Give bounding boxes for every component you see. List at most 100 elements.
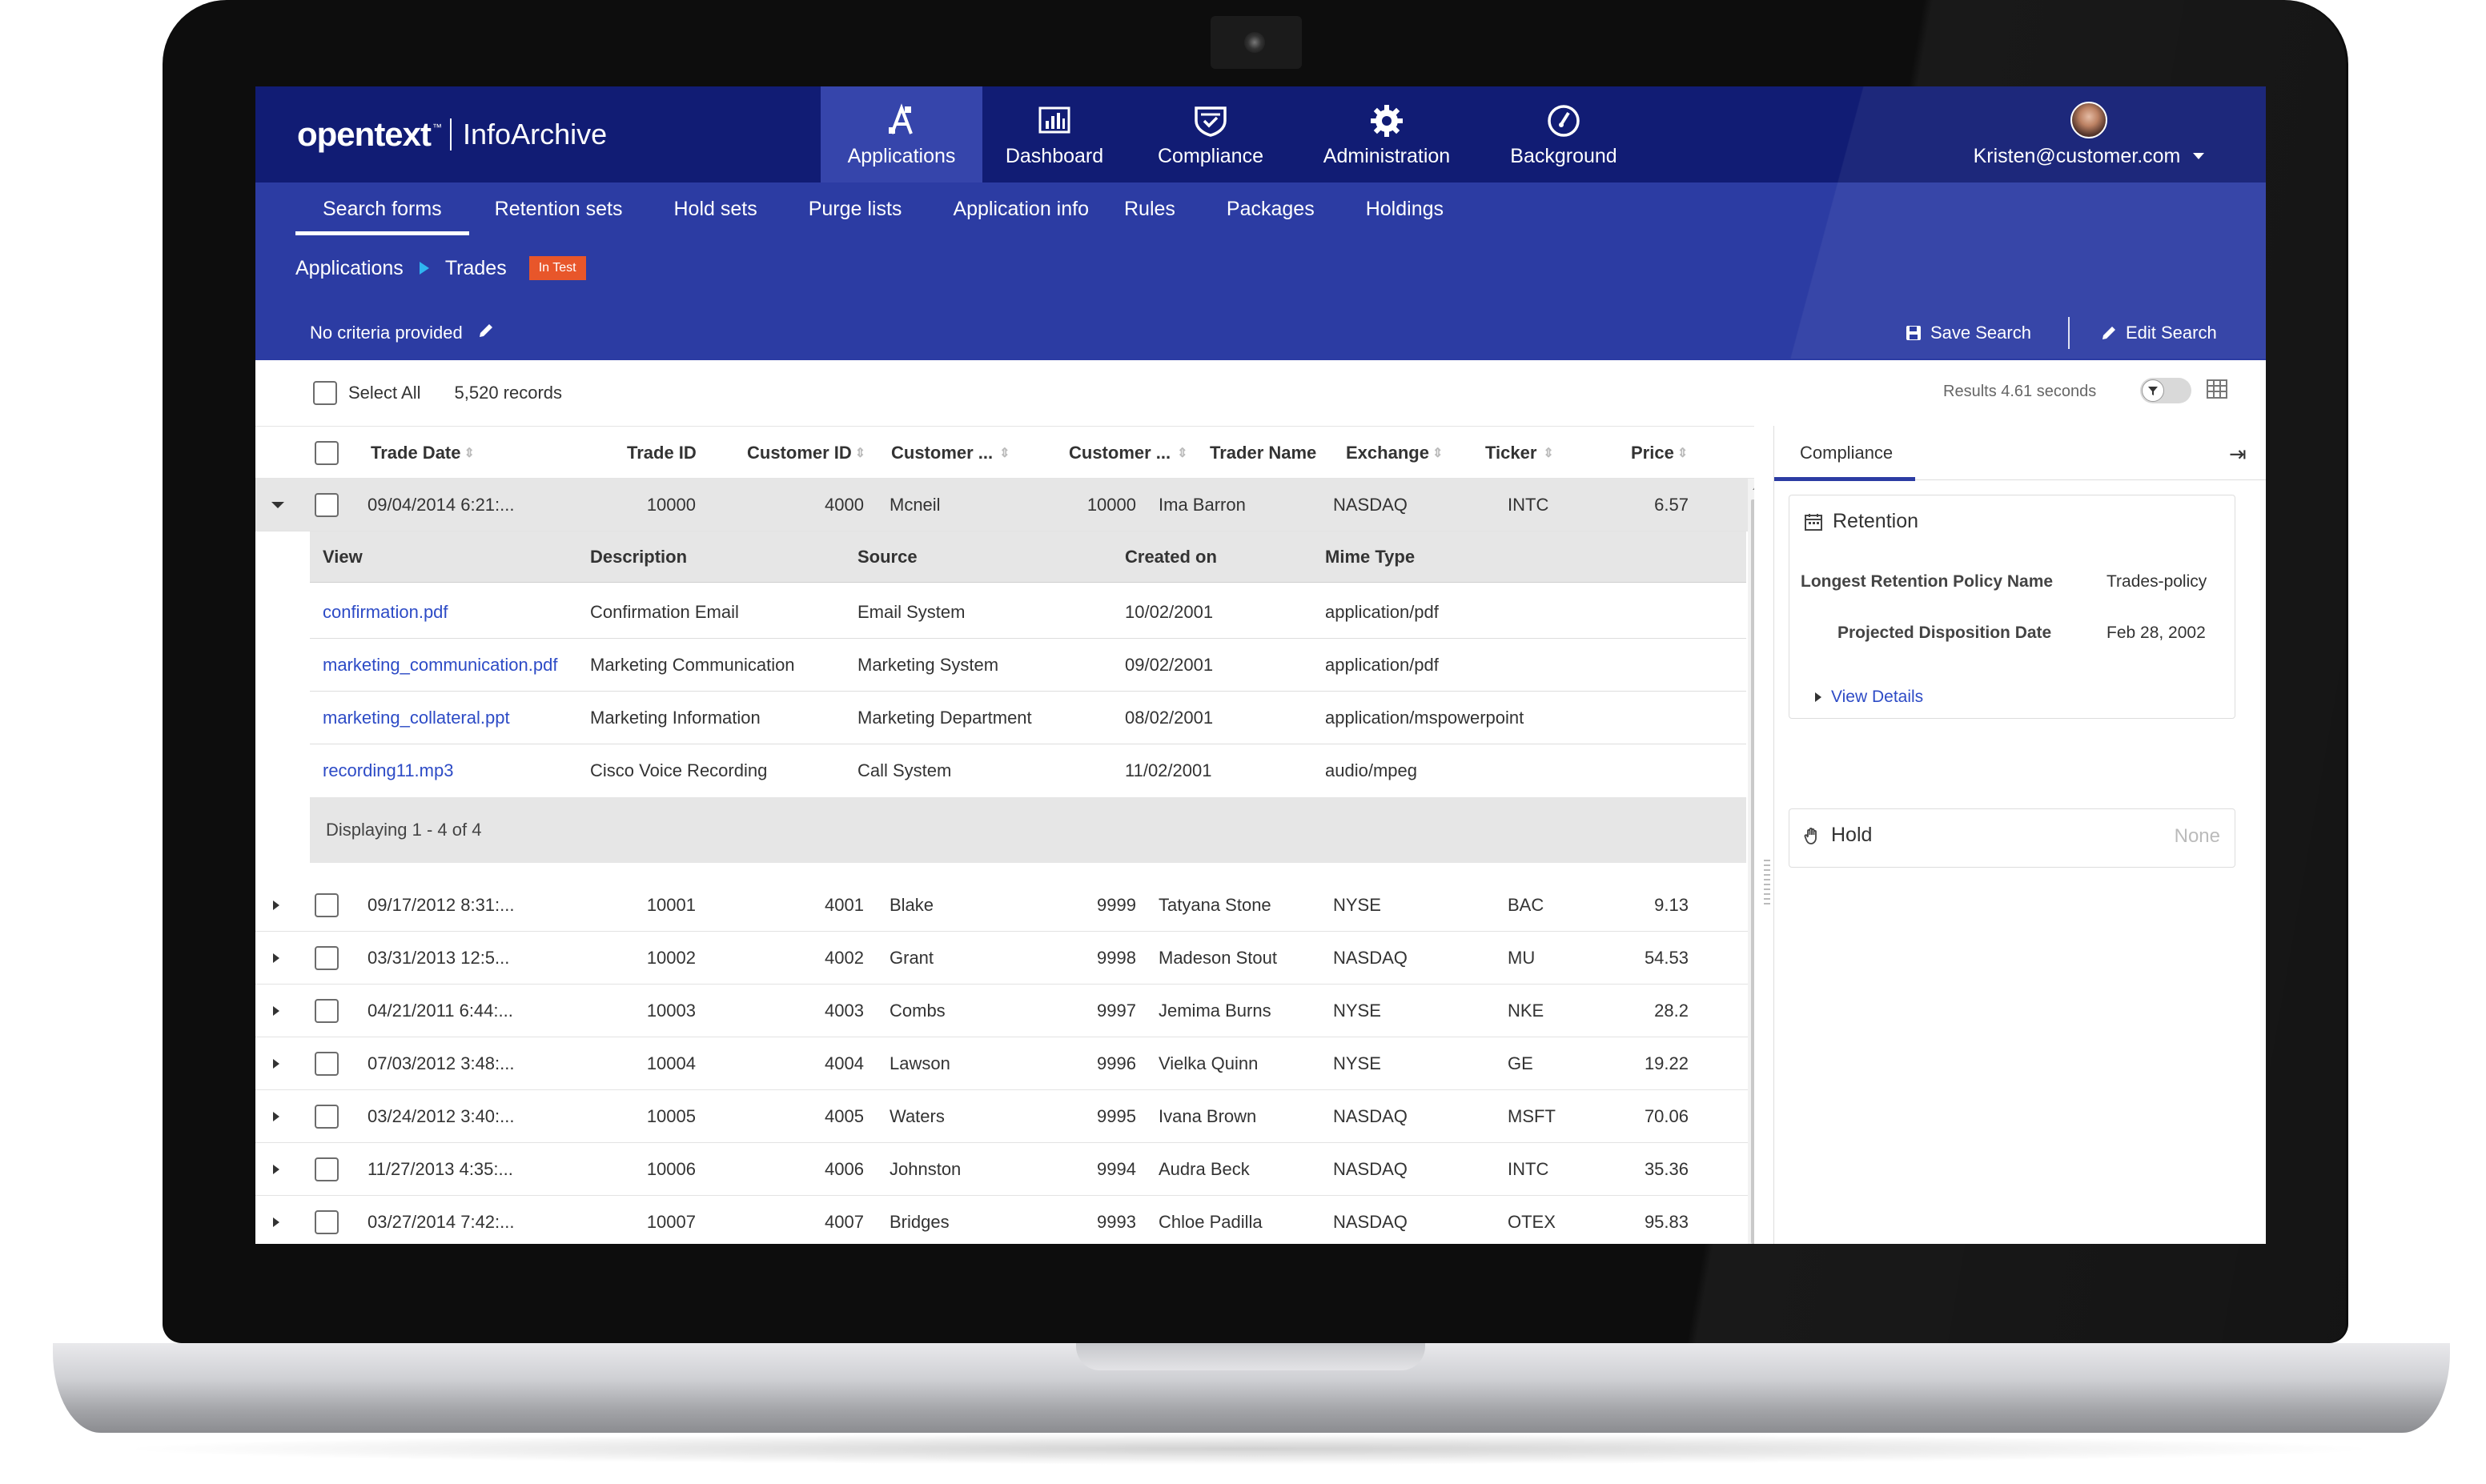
column-header-customer-num[interactable]: Customer ... ⇕ (1069, 427, 1188, 479)
user-email: Kristen@customer.com (1973, 144, 2181, 167)
column-chooser-icon[interactable] (2206, 378, 2228, 404)
edit-criteria-pencil-icon[interactable] (477, 322, 495, 344)
save-search-button[interactable]: Save Search (1905, 323, 2031, 343)
row-checkbox[interactable] (315, 1157, 339, 1181)
header-checkbox[interactable] (315, 441, 339, 465)
cell-trade-date: 04/21/2011 6:44:... (367, 1001, 513, 1021)
cell-trade-date: 11/27/2013 4:35:... (367, 1159, 513, 1179)
column-header-trade-id[interactable]: Trade ID (627, 427, 697, 479)
table-row[interactable]: 04/21/2011 6:44:... 10003 4003 Combs 999… (255, 985, 1754, 1037)
nav-background[interactable]: Background (1479, 86, 1649, 182)
table-row[interactable]: 07/03/2012 3:48:... 10004 4004 Lawson 99… (255, 1037, 1754, 1090)
user-menu[interactable]: Kristen@customer.com (1961, 86, 2217, 182)
edit-search-button[interactable]: Edit Search (2100, 323, 2217, 343)
cell-trade-id: 10002 (646, 948, 696, 968)
row-checkbox[interactable] (315, 1210, 339, 1234)
column-header-customer-id[interactable]: Customer ID ⇕ (747, 427, 865, 479)
table-row[interactable]: 03/24/2012 3:40:... 10005 4005 Waters 99… (255, 1090, 1754, 1143)
sort-icon: ⇕ (1543, 447, 1554, 460)
column-header-trader-name[interactable]: Trader Name (1210, 427, 1316, 479)
document-link[interactable]: recording11.mp3 (323, 744, 453, 797)
detail-description: Cisco Voice Recording (590, 760, 768, 780)
cell-price: 70.06 (1644, 1106, 1689, 1126)
breadcrumb-applications[interactable]: Applications (295, 257, 404, 280)
row-checkbox[interactable] (315, 893, 339, 917)
results-timing: Results 4.61 seconds (1943, 383, 2097, 400)
tab-packages[interactable]: Packages (1201, 182, 1340, 235)
cell-ticker: INTC (1508, 1159, 1549, 1179)
scroll-up-icon[interactable] (1753, 483, 1754, 490)
column-header-customer-name[interactable]: Customer ... ⇕ (891, 427, 1010, 479)
cell-exchange: NASDAQ (1333, 1159, 1408, 1179)
cell-ticker: MSFT (1508, 1106, 1556, 1126)
detail-row: recording11.mp3 Cisco Voice Recording Ca… (310, 744, 1746, 797)
cell-ticker: GE (1508, 1053, 1533, 1073)
document-link[interactable]: marketing_communication.pdf (323, 639, 557, 692)
cell-price: 35.36 (1644, 1159, 1689, 1179)
tab-application-info[interactable]: Application info (927, 182, 1106, 235)
gear-icon (1368, 102, 1406, 140)
cell-price: 9.13 (1654, 895, 1689, 915)
detail-column-view: View (323, 547, 363, 567)
row-checkbox[interactable] (315, 1105, 339, 1129)
tab-purge-lists[interactable]: Purge lists (783, 182, 928, 235)
cell-trade-date: 03/31/2013 12:5... (367, 948, 510, 968)
detail-created: 08/02/2001 (1125, 708, 1214, 728)
column-header-price[interactable]: Price ⇕ (1631, 427, 1688, 479)
row-checkbox[interactable] (315, 493, 339, 517)
dashboard-icon (1035, 102, 1074, 140)
row-checkbox[interactable] (315, 1052, 339, 1076)
cell-price: 28.2 (1654, 1001, 1689, 1021)
brand-divider (450, 118, 452, 150)
column-header-ticker[interactable]: Ticker ⇕ (1485, 427, 1554, 479)
tab-rules[interactable]: Rules (1106, 182, 1201, 235)
nav-administration[interactable]: Administration (1295, 86, 1479, 182)
hinge-notch (1076, 1343, 1425, 1370)
retention-card: Retention Longest Retention Policy Name … (1789, 495, 2235, 719)
brand[interactable]: opentext ™ InfoArchive (297, 110, 607, 158)
column-header-exchange[interactable]: Exchange ⇕ (1346, 427, 1443, 479)
tab-retention-sets[interactable]: Retention sets (469, 182, 649, 235)
tab-hold-sets[interactable]: Hold sets (649, 182, 783, 235)
expand-icon (1815, 692, 1821, 702)
row-checkbox[interactable] (315, 999, 339, 1023)
detail-created: 10/02/2001 (1125, 602, 1214, 622)
sort-icon: ⇕ (999, 447, 1010, 460)
document-link[interactable]: confirmation.pdf (323, 586, 448, 639)
filter-toggle[interactable] (2140, 378, 2191, 403)
tab-compliance[interactable]: Compliance (1774, 426, 1915, 481)
nav-compliance[interactable]: Compliance (1127, 86, 1295, 182)
select-all-checkbox[interactable] (313, 381, 337, 405)
detail-source: Email System (857, 602, 966, 622)
panel-resize-handle[interactable] (1764, 860, 1770, 908)
cell-customer-name: Lawson (890, 1053, 950, 1073)
cell-trade-id: 10004 (646, 1053, 696, 1073)
table-row[interactable]: 03/27/2014 7:42:... 10007 4007 Bridges 9… (255, 1196, 1754, 1244)
disposition-date-label: Projected Disposition Date (1837, 624, 2052, 642)
scroll-thumb[interactable] (1751, 499, 1754, 1244)
row-checkbox[interactable] (315, 946, 339, 970)
collapse-panel-icon[interactable]: ⇥ (2229, 442, 2247, 467)
grid-scrollbar[interactable] (1748, 479, 1754, 1244)
nav-applications[interactable]: Applications (821, 86, 982, 182)
column-header-trade-date[interactable]: Trade Date ⇕ (371, 427, 475, 479)
nav-dashboard[interactable]: Dashboard (982, 86, 1127, 182)
document-link[interactable]: marketing_collateral.ppt (323, 692, 510, 744)
detail-mime: application/mspowerpoint (1325, 708, 1524, 728)
cell-customer-name: Bridges (890, 1212, 950, 1232)
table-row[interactable]: 11/27/2013 4:35:... 10006 4006 Johnston … (255, 1143, 1754, 1196)
view-details-link[interactable]: View Details (1815, 688, 1923, 707)
table-row[interactable]: 09/04/2014 6:21:... 10000 4000 Mcneil 10… (255, 479, 1754, 531)
detail-column-mime: Mime Type (1325, 547, 1416, 567)
cell-customer-name: Combs (890, 1001, 946, 1021)
table-row[interactable]: 09/17/2012 8:31:... 10001 4001 Blake 999… (255, 879, 1754, 932)
cell-ticker: INTC (1508, 495, 1549, 515)
hold-value: None (2174, 825, 2220, 847)
table-row[interactable]: 03/31/2013 12:5... 10002 4002 Grant 9998… (255, 932, 1754, 985)
main-nav: Applications Dashboard Compliance Admini… (821, 86, 1649, 182)
status-badge: In Test (528, 256, 586, 280)
cell-customer-num: 9993 (1097, 1212, 1136, 1232)
tab-search-forms[interactable]: Search forms (295, 182, 469, 235)
collapse-row-icon (271, 502, 284, 508)
tab-holdings[interactable]: Holdings (1340, 182, 1469, 235)
